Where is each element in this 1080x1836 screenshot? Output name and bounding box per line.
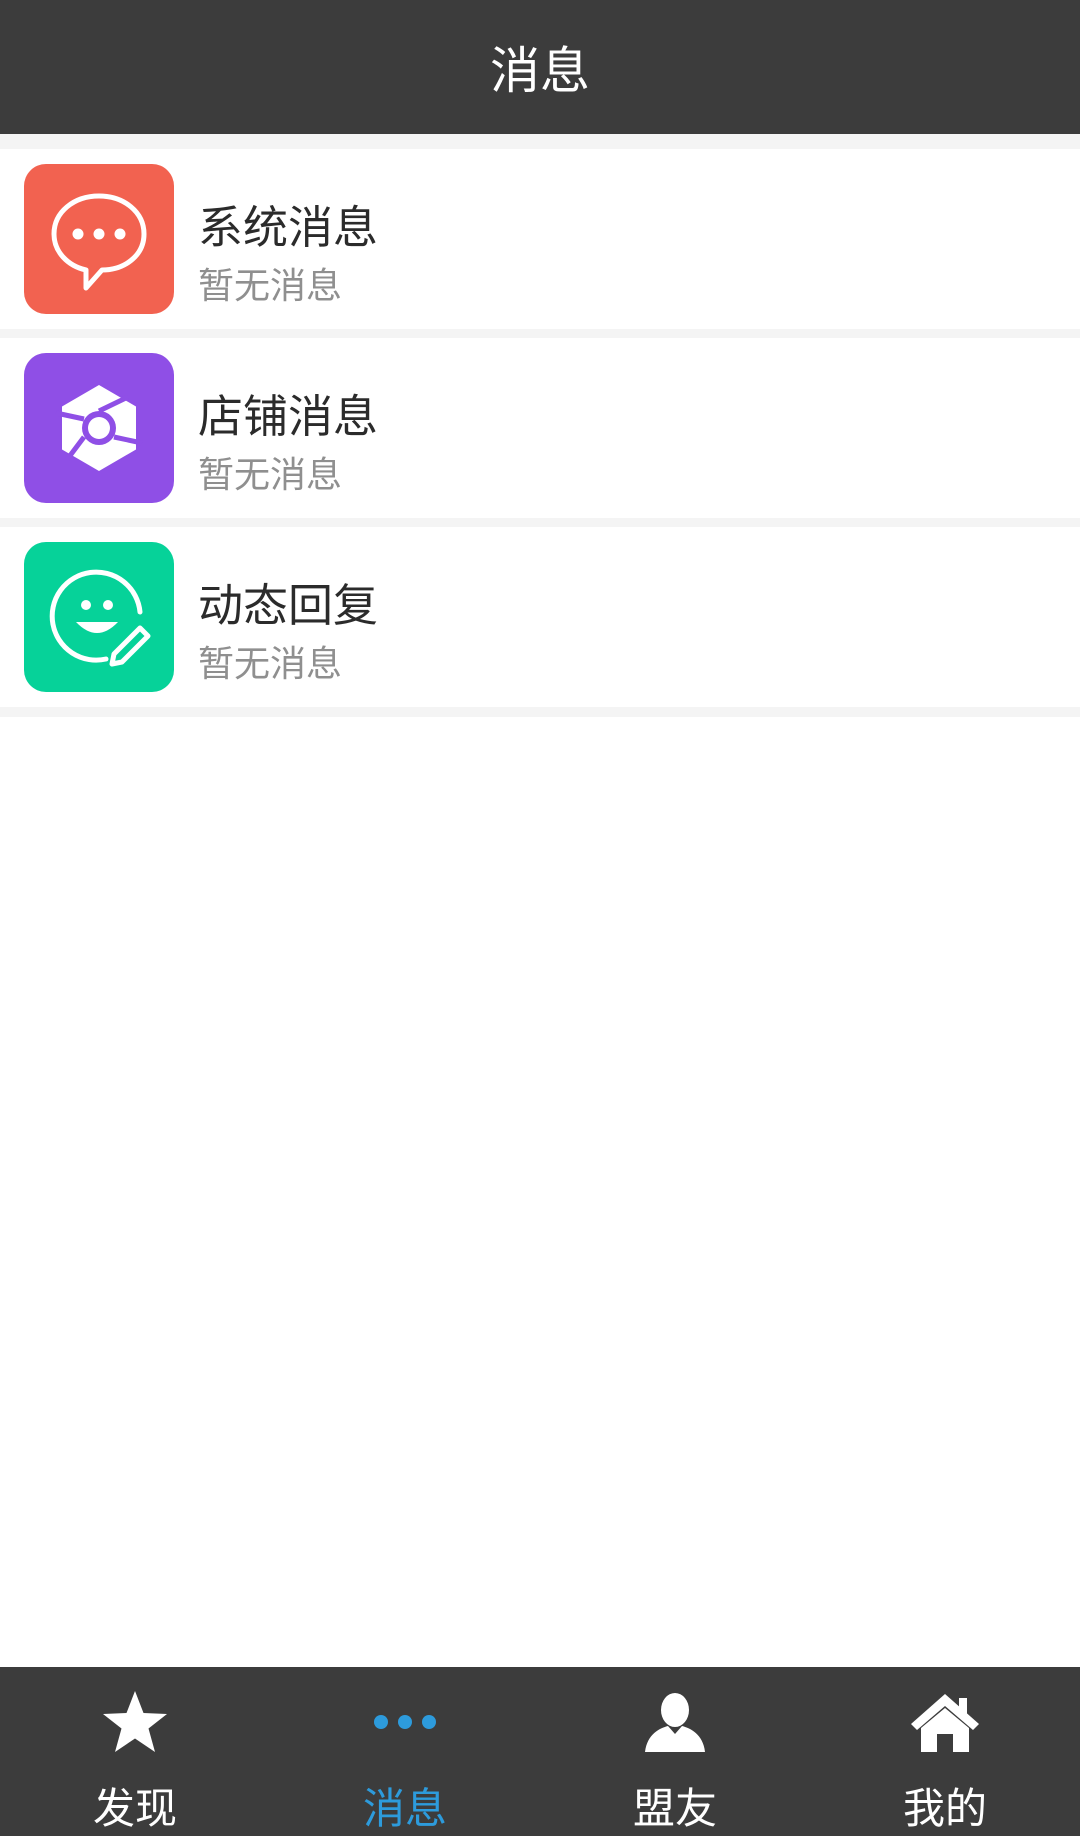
page-title: 消息 [490,42,590,100]
shop-aperture-icon [55,385,143,471]
reply-message-icon-tile [24,542,174,692]
message-title: 系统消息 [198,201,379,254]
message-subtitle: 暂无消息 [198,455,343,496]
tab-label: 消息 [362,1784,447,1833]
tab-messages[interactable]: 消息 [270,1667,540,1836]
message-subtitle: 暂无消息 [198,644,343,685]
message-title: 店铺消息 [198,390,379,443]
shop-message-icon-tile [24,353,174,503]
tab-label: 盟友 [632,1784,717,1833]
tab-discover[interactable]: 发现 [0,1667,270,1836]
star-icon [95,1687,175,1757]
tab-label: 发现 [92,1784,177,1833]
tab-allies[interactable]: 盟友 [540,1667,810,1836]
more-dots-icon [365,1687,445,1757]
top-navbar: 消息 [0,0,1080,134]
person-icon [635,1687,715,1757]
bottom-tab-bar: 发现 消息 盟友 我的 [0,1667,1080,1836]
tab-label: 我的 [902,1784,987,1833]
message-subtitle: 暂无消息 [198,266,343,307]
tab-mine[interactable]: 我的 [810,1667,1080,1836]
message-item-system[interactable]: 系统消息 暂无消息 [0,149,1080,329]
smile-edit-icon [49,569,151,667]
chat-bubble-icon [51,193,147,291]
message-item-replies[interactable]: 动态回复 暂无消息 [0,527,1080,707]
message-item-shop[interactable]: 店铺消息 暂无消息 [0,338,1080,518]
message-title: 动态回复 [198,579,379,632]
system-message-icon-tile [24,164,174,314]
home-icon [905,1687,985,1757]
message-list: 系统消息 暂无消息 店铺消息 暂无消息 动态回复 暂无消息 [0,134,1080,717]
